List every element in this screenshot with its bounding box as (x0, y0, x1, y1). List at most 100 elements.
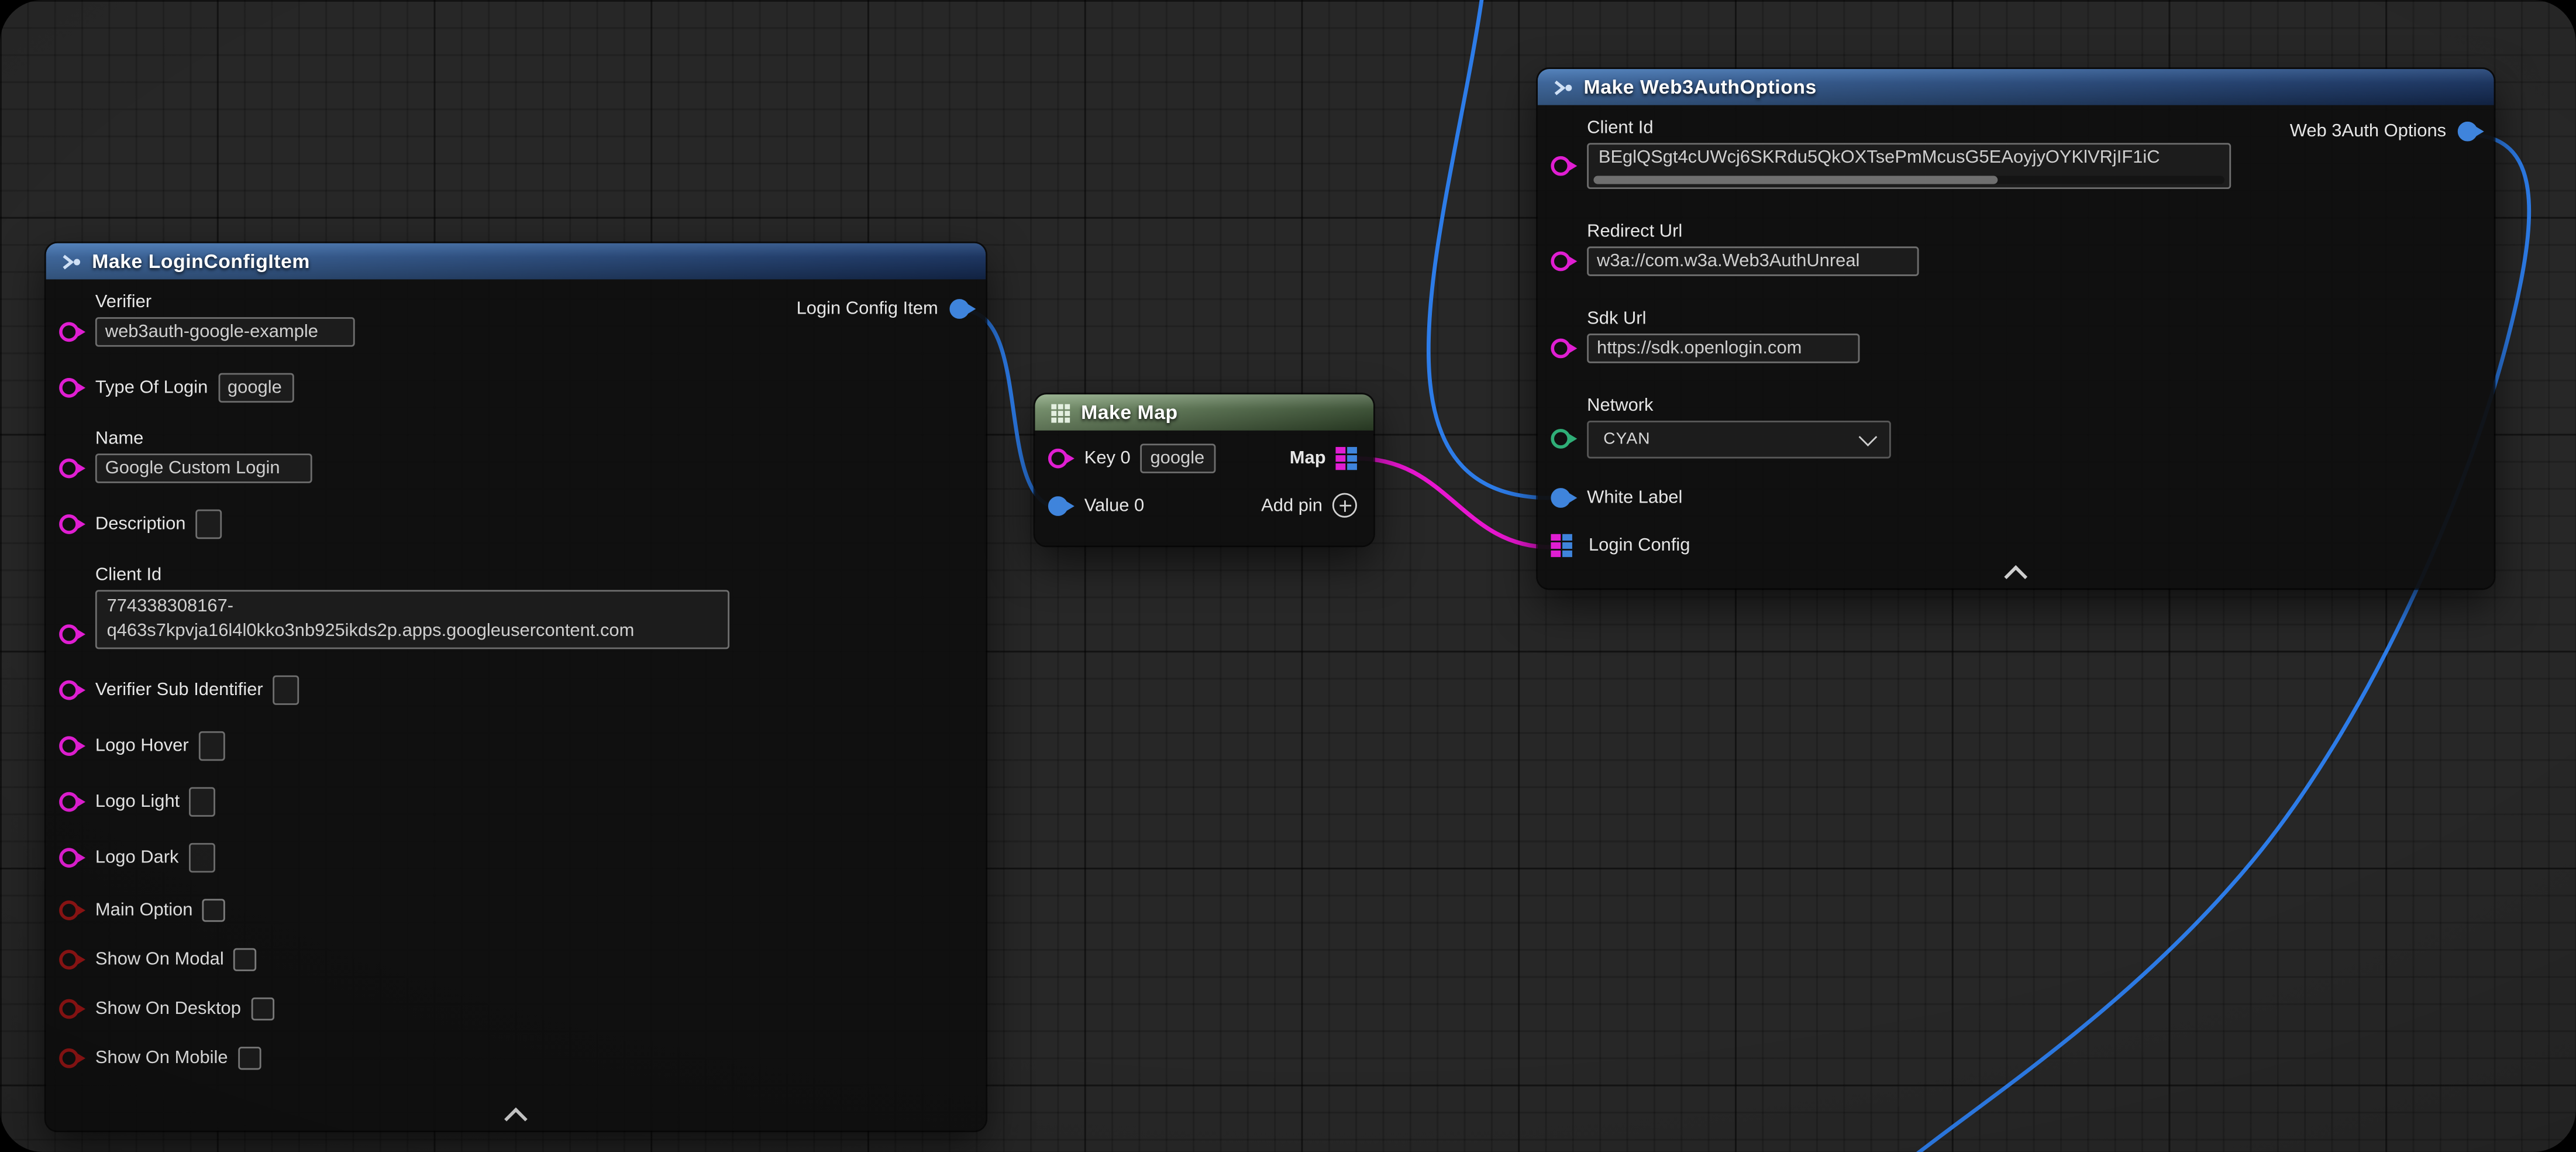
pin-row-name: Name Google Custom Login (59, 429, 969, 483)
node-title: Make LoginConfigItem (92, 250, 310, 273)
add-pin-button[interactable] (1332, 493, 1357, 518)
pin-label: Key 0 (1084, 449, 1131, 469)
pin-label: Name (95, 429, 312, 449)
input-pin-logo-light[interactable] (59, 792, 79, 812)
chevron-up-icon (504, 1108, 528, 1131)
output-pin-login-config-item[interactable] (949, 299, 969, 319)
pin-row-show-on-modal: Show On Modal (59, 948, 969, 971)
pin-label: Verifier (95, 293, 355, 312)
pin-row-web3auth-options: Web 3Auth Options (2290, 122, 2478, 142)
input-pin-key0[interactable] (1048, 449, 1068, 469)
pin-row-show-on-desktop: Show On Desktop (59, 998, 969, 1020)
input-pin-client-id[interactable] (59, 624, 79, 644)
verifier-sub-identifier-input[interactable] (273, 675, 299, 705)
input-pin-show-on-mobile[interactable] (59, 1048, 79, 1068)
collapse-advanced-button[interactable] (502, 1106, 529, 1122)
redirect-url-input[interactable]: w3a://com.w3a.Web3AuthUnreal (1587, 246, 1919, 276)
input-pin-redirect-url[interactable] (1551, 252, 1571, 271)
input-pin-white-label[interactable] (1551, 488, 1571, 508)
input-pin-show-on-desktop[interactable] (59, 999, 79, 1019)
show-on-mobile-checkbox[interactable] (237, 1047, 260, 1070)
pin-label: Logo Hover (95, 736, 189, 756)
main-option-checkbox[interactable] (202, 899, 225, 921)
input-pin-verifier[interactable] (59, 322, 79, 342)
pin-row-verifier-sub-identifier: Verifier Sub Identifier (59, 675, 969, 705)
logo-hover-input[interactable] (198, 731, 225, 761)
node-make-web3authoptions[interactable]: Make Web3AuthOptions Web 3Auth Options C… (1538, 69, 2494, 589)
input-pin-type-of-login[interactable] (59, 378, 79, 398)
pin-label: Network (1587, 396, 1891, 416)
pin-row-key0-map: Key 0 google Map (1048, 443, 1357, 473)
show-on-modal-checkbox[interactable] (234, 948, 257, 971)
node-header-make-loginconfigitem[interactable]: Make LoginConfigItem (46, 243, 986, 280)
wire-map-to-login-config[interactable] (1357, 459, 1551, 548)
collapse-advanced-button[interactable] (2003, 563, 2029, 580)
input-pin-logo-hover[interactable] (59, 736, 79, 756)
show-on-desktop-checkbox[interactable] (251, 998, 274, 1020)
input-pin-description[interactable] (59, 514, 79, 534)
pin-label: Type Of Login (95, 378, 208, 398)
pin-row-description: Description (59, 510, 969, 539)
node-make-map[interactable]: Make Map Key 0 google Map (1035, 394, 1373, 545)
type-of-login-input[interactable]: google (218, 373, 293, 403)
node-make-loginconfigitem[interactable]: Make LoginConfigItem Login Config Item V… (46, 243, 986, 1131)
input-pin-verifier-sub-identifier[interactable] (59, 680, 79, 700)
pin-label: Sdk Url (1587, 309, 1859, 329)
make-map-icon (1050, 402, 1072, 424)
logo-dark-input[interactable] (188, 843, 215, 873)
verifier-input[interactable]: web3auth-google-example (95, 317, 355, 347)
description-input[interactable] (195, 510, 222, 539)
logo-light-input[interactable] (190, 787, 216, 817)
output-pin-map[interactable] (1335, 447, 1357, 470)
output-pin-label: Map (1290, 449, 1326, 469)
graph-canvas[interactable]: Make LoginConfigItem Login Config Item V… (0, 0, 2576, 1152)
pin-row-white-label: White Label (1551, 488, 2477, 508)
input-pin-name[interactable] (59, 459, 79, 479)
input-pin-sdk-url[interactable] (1551, 339, 1571, 359)
input-pin-login-config[interactable] (1551, 534, 1572, 557)
pin-label: Logo Light (95, 792, 180, 812)
input-pin-value0[interactable] (1048, 496, 1068, 515)
node-title: Make Map (1081, 401, 1178, 424)
output-pin-web3auth-options[interactable] (2458, 122, 2478, 142)
pin-row-logo-hover: Logo Hover (59, 731, 969, 761)
pin-label: Show On Modal (95, 950, 224, 969)
pin-label: Value 0 (1084, 496, 1145, 515)
pin-label: Show On Mobile (95, 1048, 228, 1068)
pin-label: Client Id (95, 565, 729, 585)
sdk-url-input[interactable]: https://sdk.openlogin.com (1587, 333, 1859, 363)
key0-input[interactable]: google (1141, 443, 1216, 473)
client-id-input[interactable]: BEglQSgt4cUWcj6SKRdu5QkOXTsePmMcusG5EAoy… (1587, 143, 2231, 189)
node-header-make-web3authoptions[interactable]: Make Web3AuthOptions (1538, 69, 2494, 105)
pin-label: Logo Dark (95, 848, 179, 868)
pin-label: Show On Desktop (95, 999, 241, 1019)
pin-row-client-id: Client Id 774338308167- q463s7kpvja16l4l… (59, 565, 969, 649)
client-id-text: BEglQSgt4cUWcj6SKRdu5QkOXTsePmMcusG5EAoy… (1599, 148, 2220, 168)
input-pin-client-id[interactable] (1551, 156, 1571, 176)
pin-label: Description (95, 514, 186, 534)
input-pin-show-on-modal[interactable] (59, 950, 79, 969)
pin-row-main-option: Main Option (59, 899, 969, 921)
scrollbar-thumb[interactable] (1593, 176, 1997, 184)
chevron-down-icon (1859, 428, 1878, 446)
wire-top-to-white-label[interactable] (1428, 0, 1551, 498)
pin-row-login-config: Login Config (1551, 534, 2477, 557)
network-selected-value: CYAN (1603, 431, 1650, 449)
name-input[interactable]: Google Custom Login (95, 453, 312, 483)
pin-label: Login Config (1589, 536, 1690, 556)
network-dropdown[interactable]: CYAN (1587, 421, 1891, 459)
output-pin-label: Login Config Item (797, 299, 938, 319)
pin-row-login-config-item: Login Config Item (797, 299, 970, 319)
node-header-make-map[interactable]: Make Map (1035, 394, 1373, 431)
client-id-input[interactable]: 774338308167- q463s7kpvja16l4l0kko3nb925… (95, 590, 729, 649)
input-pin-logo-dark[interactable] (59, 848, 79, 868)
add-pin-label: Add pin (1261, 496, 1323, 515)
pin-row-network: Network CYAN (1551, 396, 2477, 459)
pin-row-value0-addpin: Value 0 Add pin (1048, 493, 1357, 518)
pin-label: Client Id (1587, 118, 2231, 138)
pin-row-sdk-url: Sdk Url https://sdk.openlogin.com (1551, 309, 2477, 363)
pin-row-redirect-url: Redirect Url w3a://com.w3a.Web3AuthUnrea… (1551, 222, 2477, 276)
horizontal-scrollbar[interactable] (1593, 176, 2224, 184)
input-pin-network[interactable] (1551, 429, 1571, 449)
input-pin-main-option[interactable] (59, 900, 79, 920)
